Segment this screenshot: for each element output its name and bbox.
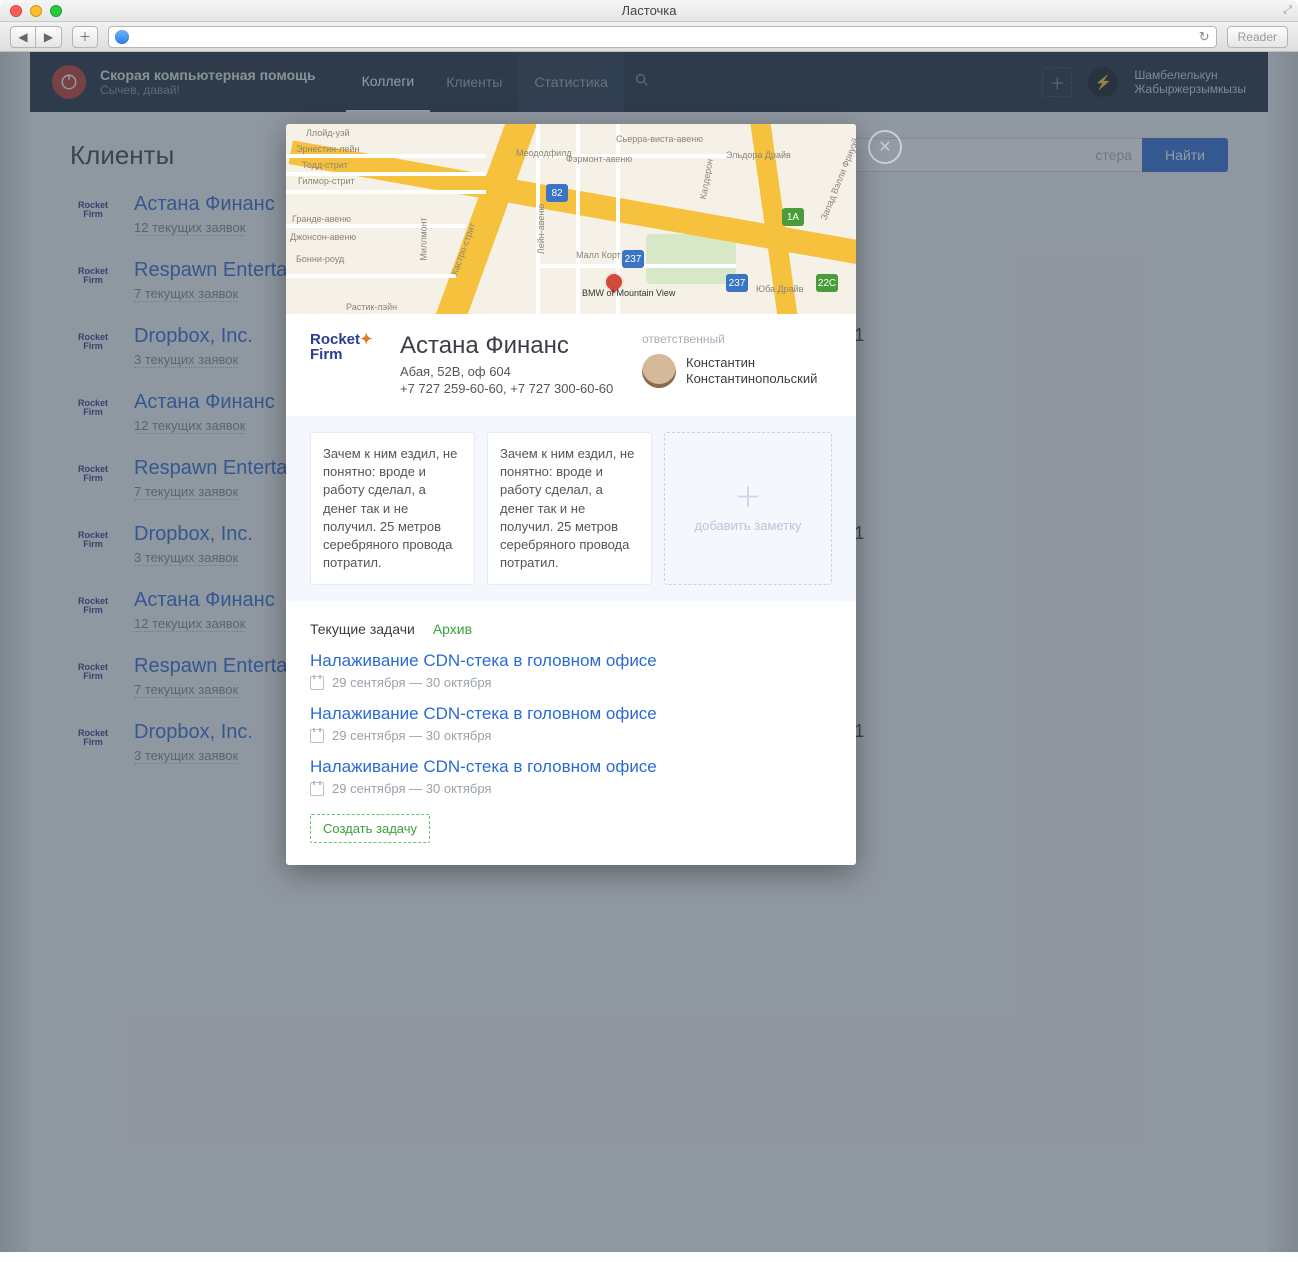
map-park: [646, 234, 736, 284]
task-list: Налаживание CDN-стека в головном офисе 29…: [310, 651, 832, 796]
map-street-label: Лейн-авеню: [536, 204, 546, 254]
window-title: Ласточка: [0, 3, 1298, 18]
calendar-icon: [310, 729, 324, 743]
task-title[interactable]: Налаживание CDN-стека в головном офисе: [310, 704, 832, 724]
add-note-label: добавить заметку: [695, 518, 802, 533]
browser-titlebar: Ласточка ⤢: [0, 0, 1298, 22]
window-resize-icon[interactable]: ⤢: [1283, 4, 1292, 17]
nav-buttons: ◀ ▶: [10, 26, 62, 48]
tab-archive[interactable]: Архив: [433, 621, 472, 639]
notes-strip: Зачем к ним ездил, не понятно: вроде и р…: [286, 416, 856, 601]
map-shield: 22C: [816, 274, 838, 292]
calendar-icon: [310, 676, 324, 690]
map-street: [286, 224, 466, 228]
task-title[interactable]: Налаживание CDN-стека в головном офисе: [310, 651, 832, 671]
modal-body: Rocket✦ Firm Астана Финанс Абая, 52В, оф…: [286, 314, 856, 865]
add-note-button[interactable]: ＋ добавить заметку: [664, 432, 832, 585]
note-card[interactable]: Зачем к ним ездил, не понятно: вроде и р…: [487, 432, 652, 585]
map-street-label: Фэрмонт-авеню: [566, 154, 632, 164]
map-street-label: Сьерра-виста-авеню: [616, 134, 703, 144]
reload-icon[interactable]: ↻: [1199, 29, 1210, 45]
task-dates: 29 сентября — 30 октября: [332, 675, 491, 690]
client-logo-line2: Firm: [310, 346, 343, 363]
responsible-name-line1: Константин: [686, 355, 817, 371]
task-item[interactable]: Налаживание CDN-стека в головном офисе 29…: [310, 704, 832, 743]
responsible-block: ответственный Константин Константинополь…: [642, 332, 832, 396]
tab-current[interactable]: Текущие задачи: [310, 621, 415, 639]
site-globe-icon: [115, 30, 129, 44]
task-meta: 29 сентября — 30 октября: [310, 675, 832, 690]
browser-toolbar: ◀ ▶ ＋ ↻ Reader: [0, 22, 1298, 52]
map-street: [286, 274, 456, 278]
reader-button[interactable]: Reader: [1227, 26, 1288, 48]
note-card[interactable]: Зачем к ним ездил, не понятно: вроде и р…: [310, 432, 475, 585]
map-street-label: Бонни-роуд: [296, 254, 344, 264]
responsible-name: Константин Константинопольский: [686, 355, 817, 386]
task-dates: 29 сентября — 30 октября: [332, 781, 491, 796]
browser-window: Ласточка ⤢ ◀ ▶ ＋ ↻ Reader Скорая компьют…: [0, 0, 1298, 1272]
create-task-button[interactable]: Создать задачу: [310, 814, 430, 843]
client-phones: +7 727 259-60-60, +7 727 300-60-60: [400, 381, 622, 396]
map-street-label: Гилмор-стрит: [298, 176, 355, 186]
responsible-label: ответственный: [642, 332, 832, 346]
task-title[interactable]: Налаживание CDN-стека в головном офисе: [310, 757, 832, 777]
map-street-label: Малл Корт: [576, 250, 621, 260]
task-item[interactable]: Налаживание CDN-стека в головном офисе 29…: [310, 651, 832, 690]
map-shield: 1A: [782, 208, 804, 226]
forward-button[interactable]: ▶: [36, 26, 62, 48]
plus-icon: ＋: [734, 484, 762, 512]
client-title: Астана Финанс: [400, 332, 622, 360]
map-street-label: Джонсон-авеню: [290, 232, 356, 242]
back-button[interactable]: ◀: [10, 26, 36, 48]
map-street-label: Гранде-авеню: [292, 214, 351, 224]
map-street-label: Юба Драйв: [756, 284, 803, 294]
map-street: [576, 124, 580, 314]
avatar: [642, 354, 676, 388]
responsible-name-line2: Константинопольский: [686, 371, 817, 387]
add-bookmark-button[interactable]: ＋: [72, 26, 98, 48]
map-shield: 237: [622, 250, 644, 268]
map-street-label: Меододфилд: [516, 148, 572, 158]
task-meta: 29 сентября — 30 октября: [310, 781, 832, 796]
map-shield: 237: [726, 274, 748, 292]
page-viewport: Скорая компьютерная помощь Сычев, давай!…: [0, 52, 1298, 1252]
task-meta: 29 сентября — 30 октября: [310, 728, 832, 743]
client-modal: 82 237 237 22C 1A BMW of Mountain View Л…: [286, 124, 856, 865]
bookmark-button-group: ＋: [72, 26, 98, 48]
map-street: [286, 190, 486, 194]
map-street-label: Растик-лэйн: [346, 302, 397, 312]
url-bar[interactable]: ↻: [108, 26, 1217, 48]
client-info: Астана Финанс Абая, 52В, оф 604 +7 727 2…: [400, 332, 622, 396]
map-street-label: Миллмонт: [419, 217, 429, 260]
map-street-label: Тодд-стрит: [302, 160, 348, 170]
task-tabs: Текущие задачи Архив: [310, 621, 832, 639]
map-street: [286, 154, 486, 158]
map-street-label: Эрнестин-лейн: [296, 144, 359, 154]
map-poi-label: BMW of Mountain View: [582, 288, 675, 298]
task-dates: 29 сентября — 30 октября: [332, 728, 491, 743]
client-logo: Rocket✦ Firm: [310, 332, 380, 396]
calendar-icon: [310, 782, 324, 796]
client-map[interactable]: 82 237 237 22C 1A BMW of Mountain View Л…: [286, 124, 856, 314]
map-shield: 82: [546, 184, 568, 202]
client-address: Абая, 52В, оф 604: [400, 364, 622, 379]
map-street-label: Ллойд-уэй: [306, 128, 350, 138]
map-street-label: Эльдора Драйв: [726, 150, 791, 160]
task-item[interactable]: Налаживание CDN-стека в головном офисе 29…: [310, 757, 832, 796]
client-header: Rocket✦ Firm Астана Финанс Абая, 52В, оф…: [310, 332, 832, 396]
close-icon[interactable]: ✕: [868, 130, 902, 164]
